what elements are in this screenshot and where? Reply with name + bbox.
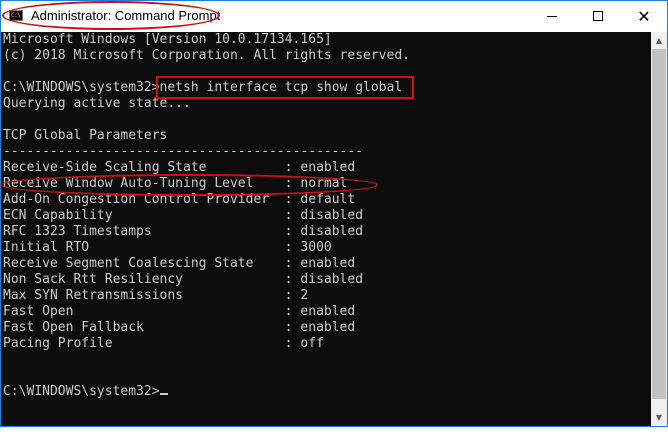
console-prompt-line: C:\WINDOWS\system32> <box>3 384 168 400</box>
console-line-parameter: Initial RTO : 3000 <box>3 240 332 255</box>
console-line-querying: Querying active state... <box>3 96 191 111</box>
console-line-parameter: Non Sack Rtt Resiliency : disabled <box>3 272 364 287</box>
console-line-parameter: Add-On Congestion Control Provider : def… <box>3 192 356 207</box>
text-cursor <box>159 393 168 395</box>
command-prompt-window: C:\ Administrator: Command Prompt ✕ Micr… <box>0 0 668 427</box>
scrollbar-thumb[interactable] <box>652 49 666 399</box>
console-line-parameter: Max SYN Retransmissions : 2 <box>3 288 309 303</box>
console-line-parameter: Fast Open Fallback : enabled <box>3 320 356 335</box>
title-bar[interactable]: C:\ Administrator: Command Prompt ✕ <box>1 1 667 32</box>
cmd-icon[interactable]: C:\ <box>9 10 23 21</box>
close-button[interactable]: ✕ <box>621 1 667 32</box>
close-icon: ✕ <box>637 7 651 26</box>
cmd-icon-glyph: C:\ <box>11 12 21 19</box>
console-line-command: C:\WINDOWS\system32>netsh interface tcp … <box>3 80 403 95</box>
console-line-heading: TCP Global Parameters <box>3 128 168 143</box>
console-line-parameter: ECN Capability : disabled <box>3 208 364 223</box>
console-line-parameter: Receive Segment Coalescing State : enabl… <box>3 256 356 271</box>
scroll-up-arrow-icon[interactable]: ▲ <box>651 32 667 49</box>
console-prompt: C:\WINDOWS\system32> <box>3 384 160 399</box>
console-output[interactable]: Microsoft Windows [Version 10.0.17134.16… <box>1 32 651 426</box>
console-line-version: Microsoft Windows [Version 10.0.17134.16… <box>3 32 332 47</box>
minimize-icon <box>547 16 557 17</box>
console-line-parameter: Receive-Side Scaling State : enabled <box>3 160 356 175</box>
scroll-down-arrow-icon[interactable]: ▼ <box>651 409 667 426</box>
console-line-separator: ----------------------------------------… <box>3 144 364 159</box>
console-line-parameter-autotuning: Receive Window Auto-Tuning Level : norma… <box>3 176 348 191</box>
vertical-scrollbar[interactable]: ▲ ▼ <box>651 32 667 426</box>
console-line-parameter: RFC 1323 Timestamps : disabled <box>3 224 364 239</box>
console-line-parameter: Pacing Profile : off <box>3 336 324 351</box>
minimize-button[interactable] <box>529 1 575 32</box>
window-title: Administrator: Command Prompt <box>31 8 221 23</box>
console-line-copyright: (c) 2018 Microsoft Corporation. All righ… <box>3 48 410 63</box>
maximize-button[interactable] <box>575 1 621 32</box>
maximize-icon <box>593 11 603 21</box>
console-line-parameter: Fast Open : enabled <box>3 304 356 319</box>
